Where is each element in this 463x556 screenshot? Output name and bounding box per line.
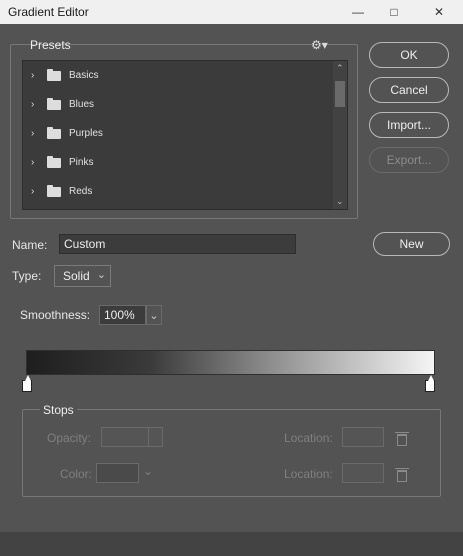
chevron-down-icon: ⌄	[96, 269, 106, 281]
left-color-stop[interactable]	[22, 375, 32, 392]
chevron-down-icon[interactable]: ⌄	[143, 464, 153, 478]
export-button[interactable]: Export...	[369, 147, 449, 173]
opacity-dropdown-button[interactable]	[149, 427, 163, 447]
maximize-button[interactable]: □	[381, 2, 407, 22]
gradient-editor-dialog: Presets ⚙▾ › Basics › Blues › Purples › …	[0, 24, 463, 556]
location-label-2: Location:	[284, 467, 333, 481]
scroll-down-icon[interactable]: ⌄	[336, 196, 344, 207]
scroll-thumb[interactable]	[335, 81, 345, 107]
presets-label: Presets	[30, 38, 71, 52]
preset-scrollbar[interactable]: ⌃ ⌄	[333, 61, 347, 209]
gradient-bar[interactable]	[26, 350, 435, 375]
folder-icon	[47, 155, 61, 168]
folder-icon	[47, 97, 61, 110]
background-strip	[0, 532, 463, 556]
name-label: Name:	[12, 238, 48, 252]
trash-icon[interactable]	[395, 432, 409, 446]
preset-folder-label: Pinks	[69, 157, 94, 168]
smoothness-label: Smoothness:	[20, 308, 91, 322]
chevron-right-icon[interactable]: ›	[31, 128, 41, 139]
scroll-up-icon[interactable]: ⌃	[336, 63, 344, 74]
opacity-label: Opacity:	[47, 431, 92, 445]
folder-icon	[47, 184, 61, 197]
folder-icon	[47, 68, 61, 81]
preset-folder-label: Reds	[69, 186, 93, 197]
close-button[interactable]: ✕	[426, 2, 452, 22]
folder-icon	[47, 126, 61, 139]
preset-folder-pinks[interactable]: › Pinks	[23, 148, 347, 177]
stops-label: Stops	[40, 403, 77, 417]
gear-icon[interactable]: ⚙▾	[311, 38, 328, 52]
preset-list[interactable]: › Basics › Blues › Purples › Pinks › Red…	[22, 60, 348, 210]
type-label: Type:	[12, 269, 42, 283]
ok-button[interactable]: OK	[369, 42, 449, 68]
trash-icon[interactable]	[395, 468, 409, 482]
preset-folder-label: Basics	[69, 70, 99, 81]
chevron-right-icon[interactable]: ›	[31, 186, 41, 197]
preset-folder-purples[interactable]: › Purples	[23, 119, 347, 148]
name-input[interactable]: Custom	[59, 234, 296, 254]
cancel-button[interactable]: Cancel	[369, 77, 449, 103]
new-button[interactable]: New	[373, 232, 450, 256]
location-input[interactable]	[342, 427, 384, 447]
chevron-right-icon[interactable]: ›	[31, 70, 41, 81]
preset-folder-basics[interactable]: › Basics	[23, 61, 347, 90]
stops-group	[22, 409, 441, 497]
preset-folder-label: Purples	[69, 128, 103, 139]
preset-folder-blues[interactable]: › Blues	[23, 90, 347, 119]
type-select-value: Solid	[63, 269, 90, 283]
right-color-stop[interactable]	[425, 375, 435, 392]
smoothness-input[interactable]: 100%	[99, 305, 146, 325]
preset-folder-reds[interactable]: › Reds	[23, 177, 347, 206]
minimize-button[interactable]: —	[345, 2, 371, 22]
window-title: Gradient Editor	[8, 5, 89, 19]
type-select[interactable]: Solid ⌄	[54, 265, 111, 287]
color-swatch[interactable]	[96, 463, 139, 483]
title-bar: Gradient Editor — □ ✕	[0, 0, 463, 24]
chevron-right-icon[interactable]: ›	[31, 99, 41, 110]
smoothness-dropdown-button[interactable]: ⌄	[146, 305, 162, 325]
color-label: Color:	[60, 467, 93, 481]
preset-folder-label: Blues	[69, 99, 95, 110]
location-input-2[interactable]	[342, 463, 384, 483]
import-button[interactable]: Import...	[369, 112, 449, 138]
chevron-right-icon[interactable]: ›	[31, 157, 41, 168]
opacity-input[interactable]	[101, 427, 149, 447]
location-label: Location:	[284, 431, 333, 445]
